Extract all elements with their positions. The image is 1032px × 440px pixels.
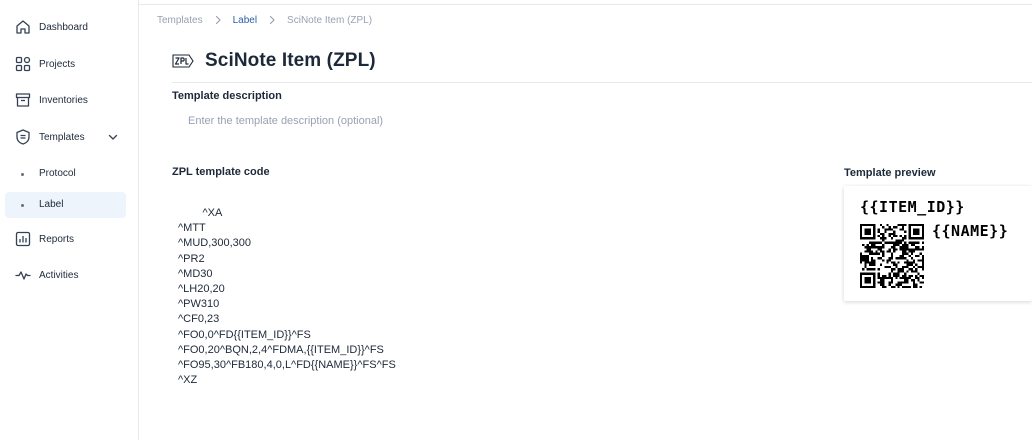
sidebar-item-label: Inventories [39,95,88,106]
sidebar-item-projects[interactable]: Projects [5,51,126,78]
bullet-icon [21,173,24,176]
sidebar-subitem-label: Protocol [39,168,76,179]
sidebar-item-label: Dashboard [39,22,88,33]
sidebar-subitem-protocol[interactable]: Protocol [5,161,126,187]
preview-name-text: {{NAME}} [932,222,1009,240]
page-title[interactable]: SciNote Item (ZPL) [205,50,376,72]
code-line: ^PW310 [178,298,220,311]
preview-label: Template preview [844,167,936,179]
sidebar: Dashboard Projects Inventories Templates… [0,0,139,440]
code-line: ^FO0,20^BQN,2,4^FDMA,{{ITEM_ID}}^FS [178,343,384,356]
code-line: ^MTT [178,222,206,235]
header-divider [172,82,1032,83]
code-line: ^MD30 [178,267,213,280]
breadcrumb-label[interactable]: Label [233,15,257,26]
grid-icon [14,55,32,73]
code-line: ^FO95,30^FB180,4,0,L^FD{{NAME}}^FS^FS [178,358,396,371]
template-preview: {{ITEM_ID}} {{NAME}} [844,186,1032,301]
sidebar-item-activities[interactable]: Activities [5,262,126,289]
sidebar-item-reports[interactable]: Reports [5,226,126,253]
sidebar-item-label: Reports [39,234,75,245]
description-label: Template description [172,90,282,102]
bullet-icon [21,204,24,207]
sidebar-item-label: Projects [39,59,76,70]
code-line: ^XZ [178,374,198,387]
chevron-right-icon [211,13,225,27]
sidebar-item-label: Templates [39,132,85,143]
chevron-down-icon[interactable] [106,130,120,144]
code-line: ^LH20,20 [178,282,225,295]
code-line: ^PR2 [178,252,205,265]
qr-code-image [860,224,924,288]
chart-icon [14,230,32,248]
sidebar-subitem-label[interactable]: Label [5,192,126,218]
breadcrumb-current: SciNote Item (ZPL) [287,14,373,26]
sidebar-item-label: Activities [39,270,79,281]
shield-icon [14,128,32,146]
sidebar-item-templates[interactable]: Templates [5,124,126,151]
archive-icon [14,91,32,109]
zpl-code-editor[interactable]: ^XA ^MTT ^MUD,300,300 ^PR2 ^MD30 ^LH20,20 ^PW3… [178,206,396,388]
page-header: SciNote Item (ZPL) [172,46,376,76]
topbar-divider [139,4,1032,5]
description-input[interactable] [178,110,778,132]
code-line: ^FO0,0^FD{{ITEM_ID}}^FS [178,328,311,341]
sidebar-item-inventories[interactable]: Inventories [5,87,126,114]
sidebar-subitem-label-text: Label [39,199,64,210]
code-line: ^CF0,23 [178,313,220,326]
zpl-label-icon [172,54,194,68]
code-label: ZPL template code [172,166,270,178]
code-line: ^MUD,300,300 [178,237,252,250]
home-icon [14,18,32,36]
preview-item-id-text: {{ITEM_ID}} [860,198,965,216]
chevron-right-icon [265,13,279,27]
code-line: ^XA [178,207,223,219]
breadcrumb: Templates Label SciNote Item (ZPL) [157,13,372,27]
breadcrumb-templates[interactable]: Templates [157,15,203,26]
pulse-icon [14,266,32,284]
sidebar-item-dashboard[interactable]: Dashboard [5,14,126,41]
